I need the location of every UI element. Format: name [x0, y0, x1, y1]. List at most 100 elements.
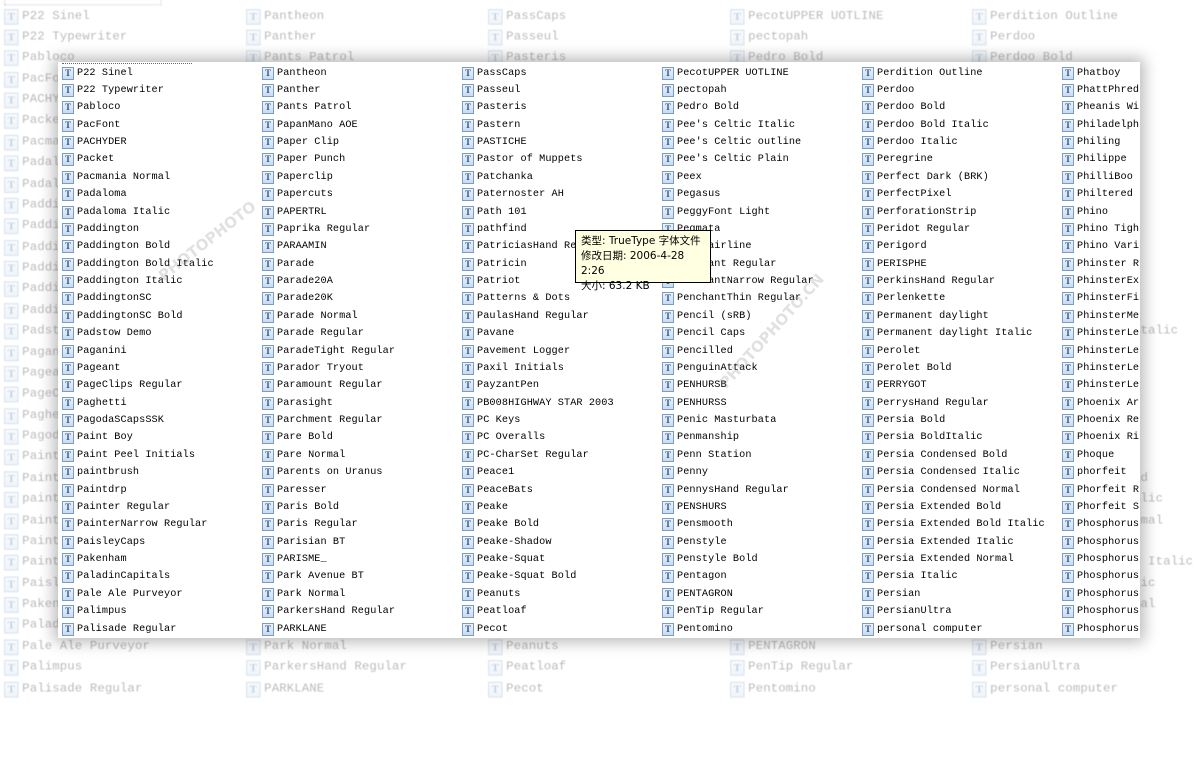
font-file-item[interactable]: Tpathfind [462, 221, 527, 237]
font-file-item[interactable]: T Persia Bold [862, 413, 945, 429]
font-file-item[interactable]: T P22 Typewriter [62, 82, 164, 98]
font-file-item[interactable]: T Peake-Squat [462, 552, 545, 568]
font-file-item[interactable]: T PENHURSS [662, 395, 727, 411]
font-file-item[interactable]: T Phosphorus [1062, 569, 1139, 585]
font-file-item[interactable]: T PhinsterFi [1062, 291, 1139, 307]
font-file-item[interactable]: T Pacmania Normal [62, 169, 170, 185]
font-file-item[interactable]: T Penstyle Bold [662, 552, 758, 568]
font-file-item[interactable]: T PARKLANE [262, 621, 327, 637]
font-file-item[interactable]: T Philadelph [1062, 117, 1139, 133]
font-file-item[interactable]: T PageClips Regular [62, 378, 183, 394]
font-file-item[interactable]: T Perfect Dark (BRK) [862, 169, 989, 185]
font-file-item[interactable]: T Phoenix Ri [1062, 430, 1139, 446]
font-file-item[interactable]: T Path 101 [462, 204, 527, 220]
font-file-item[interactable]: T Paxil Initials [462, 360, 564, 376]
font-file-item[interactable]: T PaulasHand Regular [462, 308, 589, 324]
font-file-item[interactable]: T Pavane [462, 326, 514, 342]
font-file-item[interactable]: T Parchment Regular [262, 413, 383, 429]
font-file-item[interactable]: T Parade [262, 256, 314, 272]
font-file-item[interactable]: T Phino Vari [1062, 239, 1139, 255]
font-file-item[interactable]: T Phatboy [1062, 65, 1121, 81]
font-file-item[interactable]: T Pastern [462, 117, 521, 133]
font-file-item[interactable]: T Phosphorus [1062, 534, 1139, 550]
font-file-item[interactable]: T PB008HIGHWAY STAR 2003 [462, 395, 614, 411]
font-file-item[interactable]: T Persia BoldItalic [862, 430, 983, 446]
font-file-item[interactable]: T PayzantPen [462, 378, 539, 394]
font-file-item[interactable]: T PapanMano AOE [262, 117, 358, 133]
font-file-item[interactable]: T Peace1 [462, 465, 514, 481]
font-file-item[interactable]: T Perolet Bold [862, 360, 952, 376]
font-file-item[interactable]: Tpersonal computer [862, 621, 983, 637]
font-file-item[interactable]: T Perdoo [862, 82, 914, 98]
font-file-item[interactable]: Tpaintbrush [62, 465, 139, 481]
font-file-item[interactable]: T PARAAMIN [262, 239, 327, 255]
font-file-item[interactable]: T Peake Bold [462, 517, 539, 533]
font-file-item[interactable]: T Paddington [62, 221, 139, 237]
font-file-item[interactable]: T Peex [662, 169, 702, 185]
font-file-item[interactable]: T PARISME_ [262, 552, 327, 568]
font-file-item[interactable]: T ParadeTight Regular [262, 343, 395, 359]
font-file-item[interactable]: T PhinsterEx [1062, 274, 1139, 290]
font-file-item[interactable]: T Peake-Squat Bold [462, 569, 576, 585]
font-file-item[interactable]: T Philtered [1062, 187, 1133, 203]
font-file-item[interactable]: Tpectopah [662, 82, 727, 98]
font-file-item[interactable]: T Patterns & Dots [462, 291, 570, 307]
font-file-item[interactable]: T Pecot [462, 621, 508, 637]
font-file-item[interactable]: T Parador Tryout [262, 360, 364, 376]
font-file-item[interactable]: T Phorfeit S [1062, 499, 1139, 515]
font-file-item[interactable]: T Phino Tigh [1062, 221, 1139, 237]
font-file-item[interactable]: T PC Overalls [462, 430, 545, 446]
font-file-item[interactable]: T Phoenix Re [1062, 413, 1139, 429]
font-file-item[interactable]: T Phoenix Ar [1062, 395, 1139, 411]
font-file-item[interactable]: T PecotUPPER UOTLINE [662, 65, 789, 81]
font-file-item[interactable]: T Paintdrp [62, 482, 127, 498]
font-file-item[interactable]: T Paris Bold [262, 499, 339, 515]
font-file-item[interactable]: T Parisian BT [262, 534, 345, 550]
font-file-item[interactable]: T Pabloco [62, 100, 121, 116]
font-file-item[interactable]: T Persian [862, 586, 921, 602]
font-file-item[interactable]: T Persia Italic [862, 569, 958, 585]
font-file-item[interactable]: T Paghetti [62, 395, 127, 411]
font-file-item[interactable]: T Parade20K [262, 291, 333, 307]
font-file-item[interactable]: T PenTip Regular [662, 604, 764, 620]
font-file-item[interactable]: T PERISPHE [862, 256, 927, 272]
font-file-item[interactable]: T Permanent daylight Italic [862, 326, 1032, 342]
font-file-item[interactable]: T Persia Extended Bold Italic [862, 517, 1045, 533]
font-file-item[interactable]: T Pee's Celtic outline [662, 135, 801, 151]
font-file-item[interactable]: T Papercuts [262, 187, 333, 203]
font-file-item[interactable]: T Penny [662, 465, 708, 481]
font-file-item[interactable]: T PaisleyCaps [62, 534, 145, 550]
font-file-item[interactable]: T Passeul [462, 82, 521, 98]
font-file-item[interactable]: T PC Keys [462, 413, 521, 429]
font-file-item[interactable]: T Persia Condensed Italic [862, 465, 1020, 481]
font-file-item[interactable]: T Phosphorus [1062, 552, 1139, 568]
font-file-item[interactable]: T Peatloaf [462, 604, 527, 620]
font-file-item[interactable]: T Pale Ale Purveyor [62, 586, 183, 602]
font-file-item[interactable]: T PENSHURS [662, 499, 727, 515]
font-file-item[interactable]: T Paddington Italic [62, 274, 183, 290]
font-file-item[interactable]: T Paint Peel Initials [62, 447, 195, 463]
font-file-item[interactable]: T Pakenham [62, 552, 127, 568]
font-file-item[interactable]: T PAPERTRL [262, 204, 327, 220]
font-file-item[interactable]: T PASTICHE [462, 135, 527, 151]
font-file-item[interactable]: T PainterNarrow Regular [62, 517, 207, 533]
font-file-item[interactable]: T Phino [1062, 204, 1108, 220]
font-file-item[interactable]: T Patchanka [462, 169, 533, 185]
font-file-item[interactable]: T Peake-Shadow [462, 534, 552, 550]
font-file-item[interactable]: T Pencilled [662, 343, 733, 359]
font-file-item[interactable]: T Persia Extended Italic [862, 534, 1014, 550]
font-file-item[interactable]: T Park Avenue BT [262, 569, 364, 585]
font-file-item[interactable]: T PacFont [62, 117, 121, 133]
font-file-item[interactable]: T Panther [262, 82, 321, 98]
font-file-item[interactable]: T PeggyFont Light [662, 204, 770, 220]
font-file-item[interactable]: T Patriot [462, 274, 521, 290]
font-file-item[interactable]: T PhilliBoo [1062, 169, 1133, 185]
font-file-item[interactable]: T Pare Normal [262, 447, 345, 463]
font-file-item[interactable]: T Peregrine [862, 152, 933, 168]
font-file-item[interactable]: T Penmanship [662, 430, 739, 446]
font-file-item[interactable]: T Phinster R [1062, 256, 1139, 272]
font-file-item[interactable]: T Philippe [1062, 152, 1127, 168]
font-file-item[interactable]: T PennysHand Regular [662, 482, 789, 498]
font-file-item[interactable]: T Pageant [62, 360, 121, 376]
font-file-item[interactable]: T Paperclip [262, 169, 333, 185]
